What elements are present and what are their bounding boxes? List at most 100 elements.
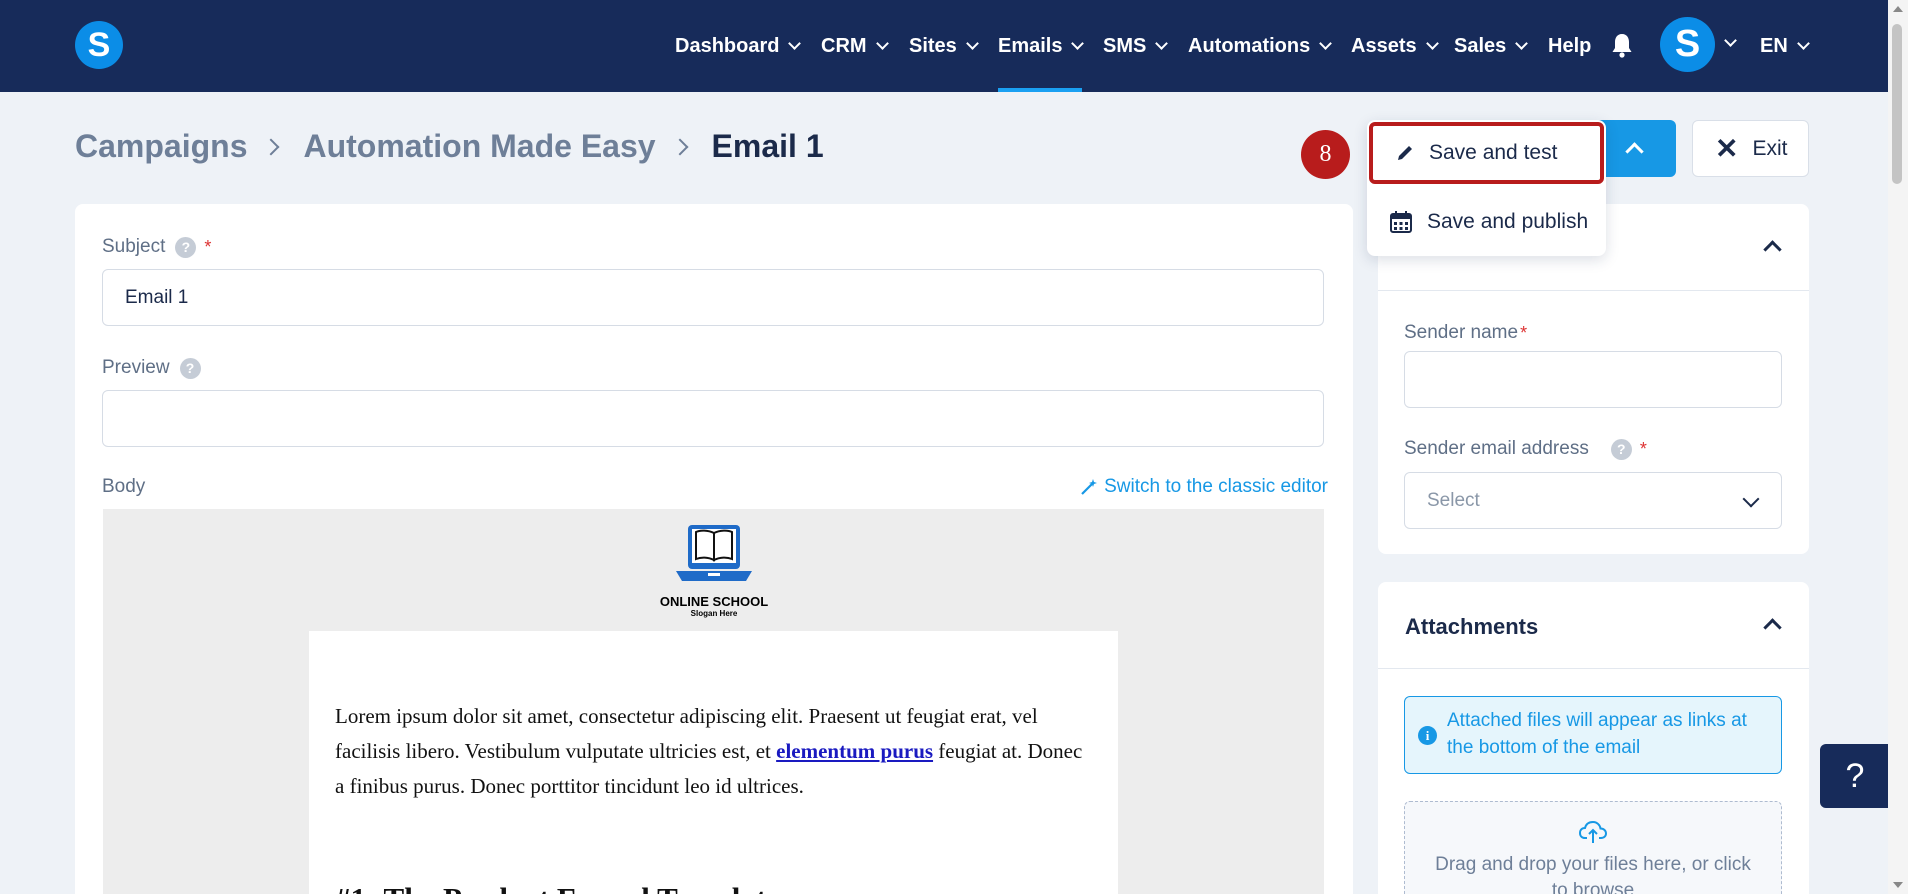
- app-logo-letter: S: [87, 25, 111, 64]
- nav-sites[interactable]: Sites: [909, 0, 979, 92]
- chevron-down-icon: [1515, 36, 1529, 50]
- exit-label: Exit: [1752, 136, 1788, 160]
- nav-dashboard[interactable]: Dashboard: [675, 0, 802, 92]
- language-selector[interactable]: EN: [1760, 0, 1810, 92]
- nav-assets-label: Assets: [1351, 34, 1417, 57]
- nav-sms[interactable]: SMS: [1103, 0, 1169, 92]
- language-label: EN: [1760, 34, 1788, 57]
- sender-name-input[interactable]: [1404, 351, 1782, 408]
- email-content-block: Lorem ipsum dolor sit amet, consectetur …: [309, 631, 1118, 894]
- nav-emails[interactable]: Emails: [998, 0, 1085, 92]
- avatar-letter: S: [1674, 23, 1701, 65]
- sender-email-label: Sender email address ? *: [1404, 438, 1647, 460]
- scrollbar-thumb[interactable]: [1892, 24, 1902, 184]
- pencil-icon: [1398, 146, 1412, 160]
- save-and-publish-option[interactable]: Save and publish: [1367, 192, 1606, 252]
- chevron-down-icon: [1425, 36, 1439, 50]
- bell-icon[interactable]: [1611, 32, 1633, 58]
- chevron-up-icon[interactable]: [1763, 618, 1782, 637]
- chevron-right-icon: [671, 138, 689, 155]
- chevron-down-icon: [1319, 36, 1333, 50]
- email-logo: ONLINE SCHOOL Slogan Here: [649, 523, 779, 633]
- attachments-info-alert: i Attached files will appear as links at…: [1404, 696, 1782, 774]
- magic-wand-icon: [1081, 479, 1098, 495]
- chevron-down-icon: [788, 36, 802, 50]
- save-options-menu: Save and test Save and publish: [1367, 120, 1606, 256]
- sender-email-placeholder: Select: [1427, 489, 1480, 511]
- nav-dashboard-label: Dashboard: [675, 34, 780, 57]
- page-title: Email 1: [711, 128, 824, 164]
- nav-emails-label: Emails: [998, 34, 1063, 57]
- sender-settings-panel: Sender name * Sender email address ? * Se…: [1378, 204, 1809, 554]
- body-label: Body: [102, 476, 146, 497]
- switch-classic-editor-label: Switch to the classic editor: [1104, 476, 1328, 497]
- page-scrollbar[interactable]: [1888, 0, 1908, 894]
- chevron-down-icon: [1155, 36, 1169, 50]
- required-marker: *: [1639, 438, 1647, 459]
- user-avatar[interactable]: S: [1660, 17, 1715, 72]
- attachments-title: Attachments: [1405, 614, 1539, 639]
- scroll-down-icon[interactable]: [1893, 882, 1903, 888]
- nav-help[interactable]: Help: [1548, 0, 1591, 92]
- exit-button[interactable]: ✕ Exit: [1692, 120, 1809, 177]
- sender-name-label-text: Sender name: [1404, 322, 1519, 343]
- chevron-down-icon: [965, 36, 979, 50]
- file-drop-zone[interactable]: Drag and drop your files here, or click …: [1404, 801, 1782, 894]
- chevron-down-icon: [1796, 36, 1810, 50]
- attachments-panel: Attachments i Attached files will appear…: [1378, 582, 1809, 894]
- nav-automations[interactable]: Automations: [1188, 0, 1333, 92]
- save-and-test-option[interactable]: Save and test: [1369, 122, 1604, 184]
- breadcrumb: Campaigns Automation Made Easy Email 1: [75, 128, 824, 165]
- nav-sales[interactable]: Sales: [1454, 0, 1529, 92]
- help-icon[interactable]: ?: [179, 357, 201, 379]
- switch-classic-editor-link[interactable]: Switch to the classic editor: [1080, 476, 1328, 498]
- email-body-editor[interactable]: ONLINE SCHOOL Slogan Here Lorem ipsum do…: [103, 509, 1324, 894]
- info-icon: i: [1418, 726, 1437, 745]
- nav-sales-label: Sales: [1454, 34, 1507, 57]
- panel-divider: [1378, 290, 1809, 291]
- chevron-down-icon: [1742, 490, 1760, 508]
- sender-name-label: Sender name *: [1404, 322, 1527, 344]
- save-and-publish-label: Save and publish: [1427, 210, 1589, 233]
- email-logo-title: ONLINE SCHOOL: [659, 594, 769, 609]
- chevron-up-icon: [1625, 142, 1644, 161]
- cloud-upload-icon: [1578, 820, 1608, 843]
- subject-input[interactable]: Email 1: [102, 269, 1324, 326]
- subject-value: Email 1: [125, 286, 189, 308]
- breadcrumb-campaign-name[interactable]: Automation Made Easy: [303, 128, 655, 165]
- nav-sites-label: Sites: [909, 34, 957, 57]
- required-marker: *: [1520, 322, 1528, 343]
- nav-help-label: Help: [1548, 34, 1592, 57]
- preview-input[interactable]: [102, 390, 1324, 447]
- book-laptop-icon: [676, 525, 752, 581]
- chevron-right-icon: [262, 138, 280, 155]
- nav-crm-label: CRM: [821, 34, 867, 57]
- email-editor-card: Subject ? * Email 1 Preview ? Body Switc…: [75, 204, 1353, 894]
- nav-sms-label: SMS: [1103, 34, 1147, 57]
- help-icon[interactable]: ?: [1610, 438, 1632, 460]
- panel-divider: [1378, 668, 1809, 669]
- nav-assets[interactable]: Assets: [1351, 0, 1439, 92]
- email-logo-slogan: Slogan Here: [690, 609, 738, 618]
- close-icon: ✕: [1715, 132, 1739, 164]
- save-and-test-label: Save and test: [1429, 141, 1558, 164]
- drop-zone-text: Drag and drop your files here, or click …: [1435, 854, 1751, 894]
- email-paragraph: Lorem ipsum dolor sit amet, consectetur …: [335, 699, 1095, 804]
- top-navigation-bar: S Dashboard CRM Sites Emails SMS Automat…: [0, 0, 1908, 92]
- preview-label: Preview ?: [102, 357, 201, 379]
- chevron-down-icon: [875, 36, 889, 50]
- email-heading: #1: The Product Funnel Template: [335, 881, 780, 894]
- scroll-up-icon[interactable]: [1893, 6, 1903, 12]
- app-logo[interactable]: S: [75, 21, 123, 69]
- chevron-down-icon: [1071, 36, 1085, 50]
- help-button[interactable]: ?: [1820, 744, 1890, 808]
- chevron-up-icon[interactable]: [1763, 240, 1782, 259]
- subject-label-text: Subject: [102, 236, 166, 257]
- sender-email-select[interactable]: Select: [1404, 472, 1782, 529]
- chevron-down-icon[interactable]: [1724, 34, 1737, 47]
- sender-email-label-text: Sender email address: [1404, 438, 1589, 459]
- breadcrumb-campaigns[interactable]: Campaigns: [75, 128, 247, 165]
- nav-crm[interactable]: CRM: [821, 0, 889, 92]
- help-icon[interactable]: ?: [175, 236, 197, 258]
- email-inline-link[interactable]: elementum purus: [776, 739, 933, 763]
